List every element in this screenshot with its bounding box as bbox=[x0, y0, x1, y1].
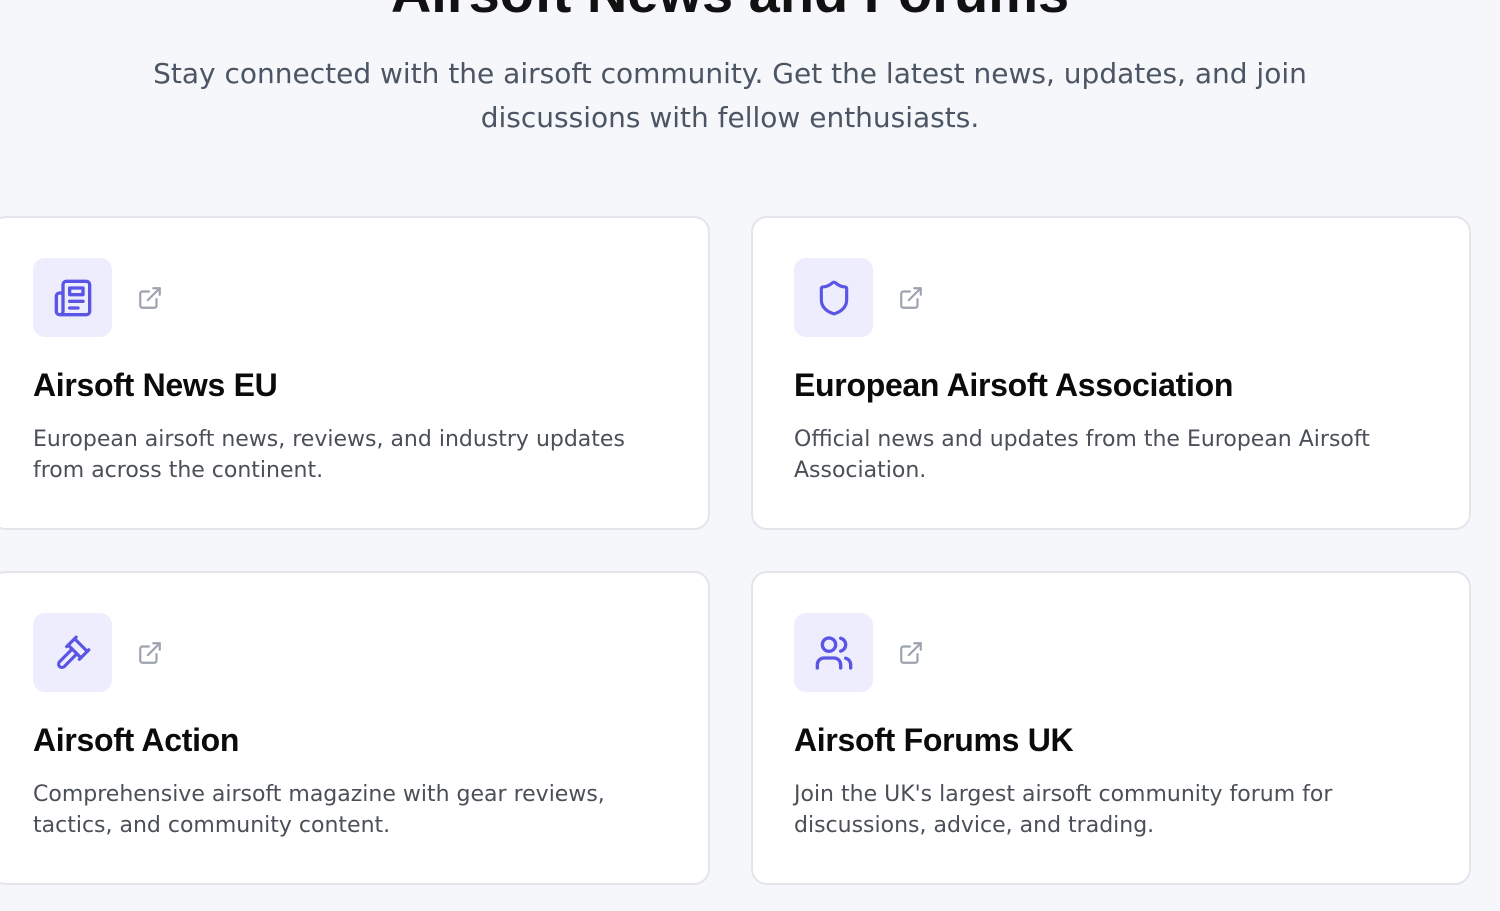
card-title: Airsoft Forums UK bbox=[794, 722, 1074, 758]
external-link-icon[interactable] bbox=[896, 283, 926, 313]
resource-card-airsoft-news-eu[interactable]: Airsoft News EU European airsoft news, r… bbox=[0, 216, 710, 530]
resource-card-airsoft-forums-uk[interactable]: Airsoft Forums UK Join the UK's largest … bbox=[751, 571, 1471, 885]
users-icon bbox=[794, 613, 873, 692]
shield-icon bbox=[794, 258, 873, 337]
external-link-icon[interactable] bbox=[896, 638, 926, 668]
newspaper-icon bbox=[33, 258, 112, 337]
gavel-icon bbox=[33, 613, 112, 692]
card-title: Airsoft News EU bbox=[33, 367, 278, 403]
page-subtitle: Stay connected with the airsoft communit… bbox=[153, 57, 1307, 134]
card-title: European Airsoft Association bbox=[794, 367, 1234, 403]
resource-card-european-airsoft-association[interactable]: European Airsoft Association Official ne… bbox=[751, 216, 1471, 530]
external-link-icon[interactable] bbox=[135, 638, 165, 668]
card-title: Airsoft Action bbox=[33, 722, 240, 758]
page-title: Airsoft News and Forums bbox=[0, 0, 1460, 25]
resource-card-airsoft-action[interactable]: Airsoft Action Comprehensive airsoft mag… bbox=[0, 571, 710, 885]
card-description: European airsoft news, reviews, and indu… bbox=[33, 427, 625, 483]
external-link-icon[interactable] bbox=[135, 283, 165, 313]
card-description: Comprehensive airsoft magazine with gear… bbox=[33, 782, 605, 838]
card-description: Join the UK's largest airsoft community … bbox=[794, 782, 1333, 838]
card-description: Official news and updates from the Europ… bbox=[794, 427, 1370, 483]
